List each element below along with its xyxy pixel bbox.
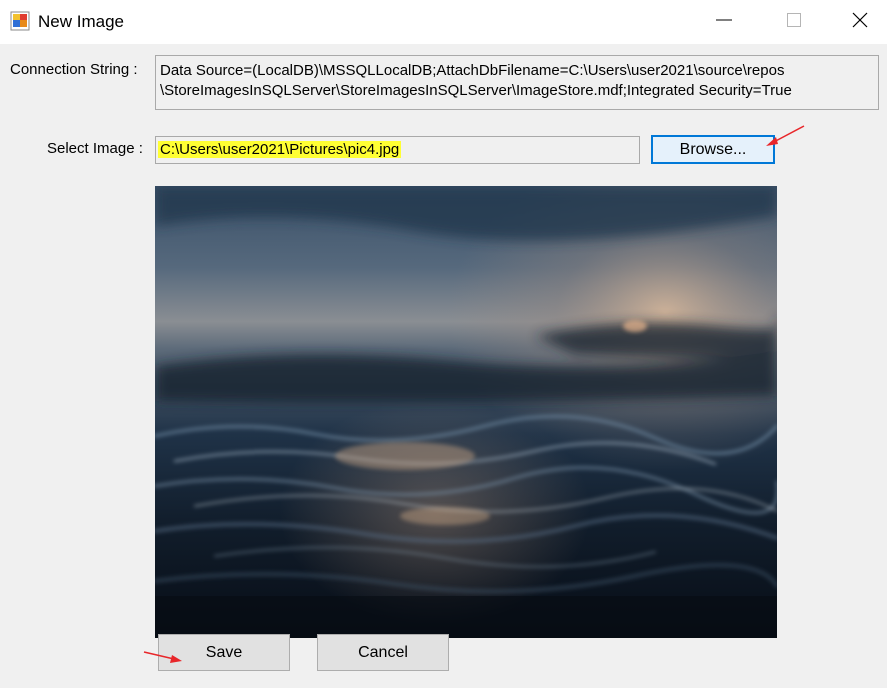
minimize-icon xyxy=(716,12,732,33)
maximize-button[interactable] xyxy=(762,0,826,44)
connection-string-line-1: Data Source=(LocalDB)\MSSQLLocalDB;Attac… xyxy=(160,62,785,79)
image-path-field[interactable]: C:\Users\user2021\Pictures\pic4.jpg xyxy=(155,136,640,164)
close-icon xyxy=(852,12,868,33)
image-preview xyxy=(155,186,777,638)
maximize-icon xyxy=(786,12,802,33)
window-title: New Image xyxy=(38,12,124,31)
app-icon xyxy=(10,11,30,31)
title-bar: New Image xyxy=(0,0,887,44)
ocean-photo xyxy=(155,186,777,638)
arrow-browse-icon xyxy=(762,123,808,154)
browse-button[interactable]: Browse... xyxy=(651,135,775,164)
arrow-save-icon xyxy=(142,648,186,671)
connection-string-line-2: \StoreImagesInSQLServer\StoreImagesInSQL… xyxy=(160,82,792,99)
minimize-button[interactable] xyxy=(692,0,756,44)
close-button[interactable] xyxy=(832,0,887,44)
connection-string-field[interactable]: Data Source=(LocalDB)\MSSQLLocalDB;Attac… xyxy=(155,55,879,110)
select-image-label: Select Image : xyxy=(47,140,143,157)
connection-string-label: Connection String : xyxy=(10,61,138,78)
cancel-button[interactable]: Cancel xyxy=(317,634,449,671)
image-path-value: C:\Users\user2021\Pictures\pic4.jpg xyxy=(158,141,402,158)
